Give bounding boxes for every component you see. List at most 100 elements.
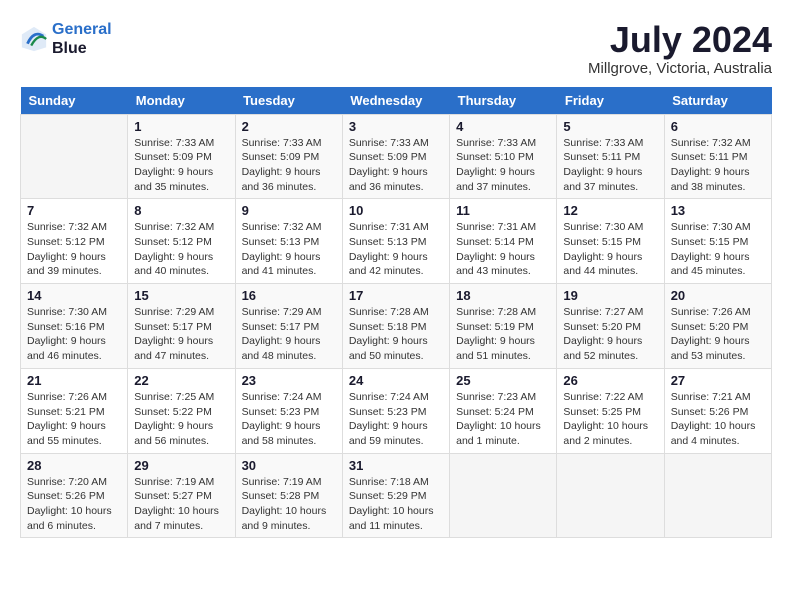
calendar-cell: [21, 114, 128, 199]
calendar-cell: 9 Sunrise: 7:32 AMSunset: 5:13 PMDaylight…: [235, 199, 342, 284]
day-number: 22: [134, 373, 228, 388]
weekday-header-cell: Friday: [557, 87, 664, 115]
day-info: Sunrise: 7:18 AMSunset: 5:29 PMDaylight:…: [349, 475, 443, 534]
calendar-week-row: 1 Sunrise: 7:33 AMSunset: 5:09 PMDaylight…: [21, 114, 772, 199]
calendar-table: SundayMondayTuesdayWednesdayThursdayFrid…: [20, 87, 772, 539]
calendar-cell: [450, 453, 557, 538]
day-number: 9: [242, 203, 336, 218]
day-number: 23: [242, 373, 336, 388]
calendar-cell: 23 Sunrise: 7:24 AMSunset: 5:23 PMDayligh…: [235, 368, 342, 453]
calendar-cell: 24 Sunrise: 7:24 AMSunset: 5:23 PMDayligh…: [342, 368, 449, 453]
location: Millgrove, Victoria, Australia: [588, 60, 772, 77]
day-info: Sunrise: 7:26 AMSunset: 5:21 PMDaylight:…: [27, 390, 121, 449]
day-number: 10: [349, 203, 443, 218]
calendar-cell: [664, 453, 771, 538]
calendar-cell: 12Sunrise: 7:30 AMSunset: 5:15 PMDayligh…: [557, 199, 664, 284]
calendar-cell: 16Sunrise: 7:29 AMSunset: 5:17 PMDayligh…: [235, 284, 342, 369]
weekday-header-cell: Thursday: [450, 87, 557, 115]
calendar-cell: 21Sunrise: 7:26 AMSunset: 5:21 PMDayligh…: [21, 368, 128, 453]
day-info: Sunrise: 7:30 AMSunset: 5:15 PMDaylight:…: [671, 220, 765, 279]
calendar-cell: 30 Sunrise: 7:19 AMSunset: 5:28 PMDayligh…: [235, 453, 342, 538]
calendar-cell: 2 Sunrise: 7:33 AMSunset: 5:09 PMDaylight…: [235, 114, 342, 199]
calendar-cell: 28 Sunrise: 7:20 AMSunset: 5:26 PMDayligh…: [21, 453, 128, 538]
calendar-cell: 18Sunrise: 7:28 AMSunset: 5:19 PMDayligh…: [450, 284, 557, 369]
calendar-cell: 6Sunrise: 7:32 AMSunset: 5:11 PMDaylight…: [664, 114, 771, 199]
day-number: 16: [242, 288, 336, 303]
weekday-header-cell: Sunday: [21, 87, 128, 115]
day-number: 19: [563, 288, 657, 303]
day-number: 5: [563, 119, 657, 134]
logo-text: General Blue: [52, 20, 112, 58]
day-info: Sunrise: 7:32 AMSunset: 5:12 PMDaylight:…: [27, 220, 121, 279]
day-number: 14: [27, 288, 121, 303]
calendar-cell: 10 Sunrise: 7:31 AMSunset: 5:13 PMDayligh…: [342, 199, 449, 284]
day-info: Sunrise: 7:25 AMSunset: 5:22 PMDaylight:…: [134, 390, 228, 449]
calendar-cell: 17Sunrise: 7:28 AMSunset: 5:18 PMDayligh…: [342, 284, 449, 369]
day-info: Sunrise: 7:19 AMSunset: 5:27 PMDaylight:…: [134, 475, 228, 534]
weekday-header-cell: Monday: [128, 87, 235, 115]
day-info: Sunrise: 7:31 AMSunset: 5:13 PMDaylight:…: [349, 220, 443, 279]
calendar-cell: 22 Sunrise: 7:25 AMSunset: 5:22 PMDayligh…: [128, 368, 235, 453]
day-number: 12: [563, 203, 657, 218]
day-info: Sunrise: 7:24 AMSunset: 5:23 PMDaylight:…: [349, 390, 443, 449]
day-number: 4: [456, 119, 550, 134]
day-number: 28: [27, 458, 121, 473]
calendar-cell: 3Sunrise: 7:33 AMSunset: 5:09 PMDaylight…: [342, 114, 449, 199]
day-number: 24: [349, 373, 443, 388]
day-number: 17: [349, 288, 443, 303]
day-info: Sunrise: 7:33 AMSunset: 5:11 PMDaylight:…: [563, 136, 657, 195]
calendar-cell: 11Sunrise: 7:31 AMSunset: 5:14 PMDayligh…: [450, 199, 557, 284]
calendar-cell: [557, 453, 664, 538]
page-header: General Blue July 2024 Millgrove, Victor…: [20, 20, 772, 77]
day-info: Sunrise: 7:33 AMSunset: 5:10 PMDaylight:…: [456, 136, 550, 195]
day-info: Sunrise: 7:28 AMSunset: 5:19 PMDaylight:…: [456, 305, 550, 364]
weekday-header-cell: Saturday: [664, 87, 771, 115]
calendar-cell: 29 Sunrise: 7:19 AMSunset: 5:27 PMDayligh…: [128, 453, 235, 538]
calendar-cell: 31 Sunrise: 7:18 AMSunset: 5:29 PMDayligh…: [342, 453, 449, 538]
day-number: 13: [671, 203, 765, 218]
day-info: Sunrise: 7:27 AMSunset: 5:20 PMDaylight:…: [563, 305, 657, 364]
weekday-header-cell: Tuesday: [235, 87, 342, 115]
day-info: Sunrise: 7:23 AMSunset: 5:24 PMDaylight:…: [456, 390, 550, 449]
day-info: Sunrise: 7:31 AMSunset: 5:14 PMDaylight:…: [456, 220, 550, 279]
calendar-cell: 13 Sunrise: 7:30 AMSunset: 5:15 PMDayligh…: [664, 199, 771, 284]
day-info: Sunrise: 7:32 AMSunset: 5:13 PMDaylight:…: [242, 220, 336, 279]
calendar-cell: 14 Sunrise: 7:30 AMSunset: 5:16 PMDayligh…: [21, 284, 128, 369]
calendar-cell: 15Sunrise: 7:29 AMSunset: 5:17 PMDayligh…: [128, 284, 235, 369]
calendar-cell: 26Sunrise: 7:22 AMSunset: 5:25 PMDayligh…: [557, 368, 664, 453]
calendar-cell: 1 Sunrise: 7:33 AMSunset: 5:09 PMDaylight…: [128, 114, 235, 199]
day-number: 6: [671, 119, 765, 134]
month-title: July 2024: [588, 20, 772, 60]
day-number: 31: [349, 458, 443, 473]
day-number: 7: [27, 203, 121, 218]
day-number: 26: [563, 373, 657, 388]
day-number: 15: [134, 288, 228, 303]
title-area: July 2024 Millgrove, Victoria, Australia: [588, 20, 772, 77]
day-info: Sunrise: 7:20 AMSunset: 5:26 PMDaylight:…: [27, 475, 121, 534]
day-info: Sunrise: 7:26 AMSunset: 5:20 PMDaylight:…: [671, 305, 765, 364]
day-info: Sunrise: 7:32 AMSunset: 5:12 PMDaylight:…: [134, 220, 228, 279]
logo-icon: [20, 25, 48, 53]
day-info: Sunrise: 7:33 AMSunset: 5:09 PMDaylight:…: [134, 136, 228, 195]
logo-line2: Blue: [52, 39, 112, 58]
day-number: 2: [242, 119, 336, 134]
day-number: 1: [134, 119, 228, 134]
day-number: 29: [134, 458, 228, 473]
day-info: Sunrise: 7:30 AMSunset: 5:16 PMDaylight:…: [27, 305, 121, 364]
calendar-cell: 5 Sunrise: 7:33 AMSunset: 5:11 PMDaylight…: [557, 114, 664, 199]
logo: General Blue: [20, 20, 112, 58]
logo-line1: General: [52, 21, 112, 38]
weekday-header-cell: Wednesday: [342, 87, 449, 115]
day-number: 25: [456, 373, 550, 388]
calendar-week-row: 7 Sunrise: 7:32 AMSunset: 5:12 PMDaylight…: [21, 199, 772, 284]
calendar-cell: 25 Sunrise: 7:23 AMSunset: 5:24 PMDayligh…: [450, 368, 557, 453]
day-info: Sunrise: 7:33 AMSunset: 5:09 PMDaylight:…: [242, 136, 336, 195]
day-info: Sunrise: 7:21 AMSunset: 5:26 PMDaylight:…: [671, 390, 765, 449]
calendar-cell: 19 Sunrise: 7:27 AMSunset: 5:20 PMDayligh…: [557, 284, 664, 369]
day-number: 20: [671, 288, 765, 303]
calendar-body: 1 Sunrise: 7:33 AMSunset: 5:09 PMDaylight…: [21, 114, 772, 538]
day-info: Sunrise: 7:24 AMSunset: 5:23 PMDaylight:…: [242, 390, 336, 449]
day-info: Sunrise: 7:19 AMSunset: 5:28 PMDaylight:…: [242, 475, 336, 534]
day-number: 30: [242, 458, 336, 473]
day-number: 8: [134, 203, 228, 218]
